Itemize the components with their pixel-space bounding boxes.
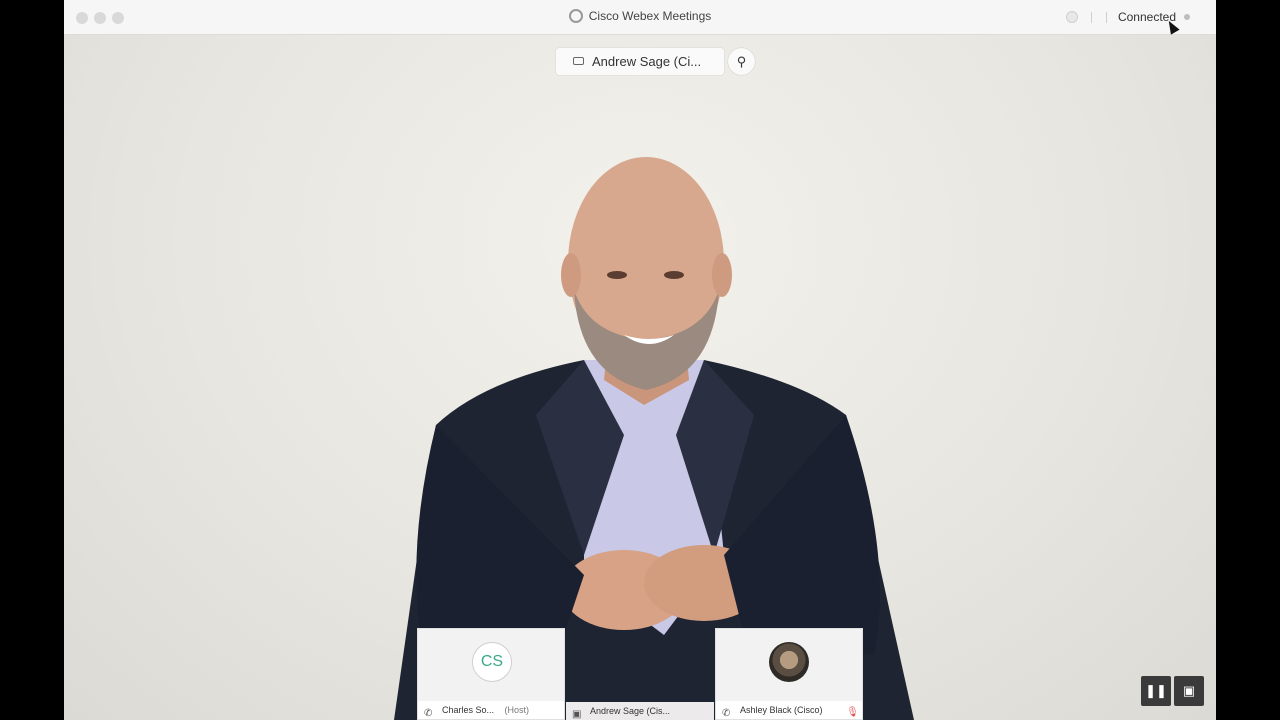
presenter-video — [394, 157, 914, 720]
video-icon — [573, 57, 584, 65]
layout-button[interactable]: ▣ — [1174, 676, 1204, 706]
participant-label: ✆ Ashley Black (Cisco) 🎙 — [716, 701, 862, 719]
meeting-window: Cisco Webex Meetings Connected Andrew Sa… — [64, 0, 1216, 720]
webex-logo-icon — [568, 9, 583, 23]
participant-tile[interactable]: ✆ Ashley Black (Cisco) 🎙 — [715, 628, 863, 720]
participant-label: ✆ Charles So... (Host) — [418, 701, 564, 719]
muted-mic-icon: 🎙 — [846, 707, 859, 718]
video-icon: ▣ — [572, 709, 582, 720]
participant-tile[interactable]: CS ✆ Charles So... (Host) — [417, 628, 565, 720]
layout-icon: ▣ — [1182, 683, 1196, 698]
active-speaker-label[interactable]: Andrew Sage (Ci... — [556, 48, 724, 75]
participant-label: ▣ Andrew Sage (Cis... — [566, 702, 714, 720]
pause-icon: ❚❚ — [1145, 683, 1167, 698]
participant-tile-self[interactable]: ▣ Andrew Sage (Cis... — [566, 628, 714, 720]
participant-strip: CS ✆ Charles So... (Host) ▣ Andrew Sage … — [417, 628, 863, 720]
pause-button[interactable]: ❚❚ — [1141, 676, 1171, 706]
record-icon[interactable] — [1066, 11, 1078, 23]
phone-icon: ✆ — [722, 708, 731, 719]
pin-speaker-button[interactable]: ⚲ — [728, 48, 755, 75]
pin-icon: ⚲ — [736, 54, 747, 69]
avatar — [769, 642, 809, 682]
divider — [1106, 12, 1107, 23]
status-dot-icon — [1184, 14, 1190, 20]
divider — [1091, 12, 1092, 23]
window-title: Cisco Webex Meetings — [64, 9, 1216, 23]
title-bar: Cisco Webex Meetings Connected — [64, 0, 1216, 35]
phone-icon: ✆ — [424, 708, 433, 719]
avatar: CS — [472, 642, 512, 682]
